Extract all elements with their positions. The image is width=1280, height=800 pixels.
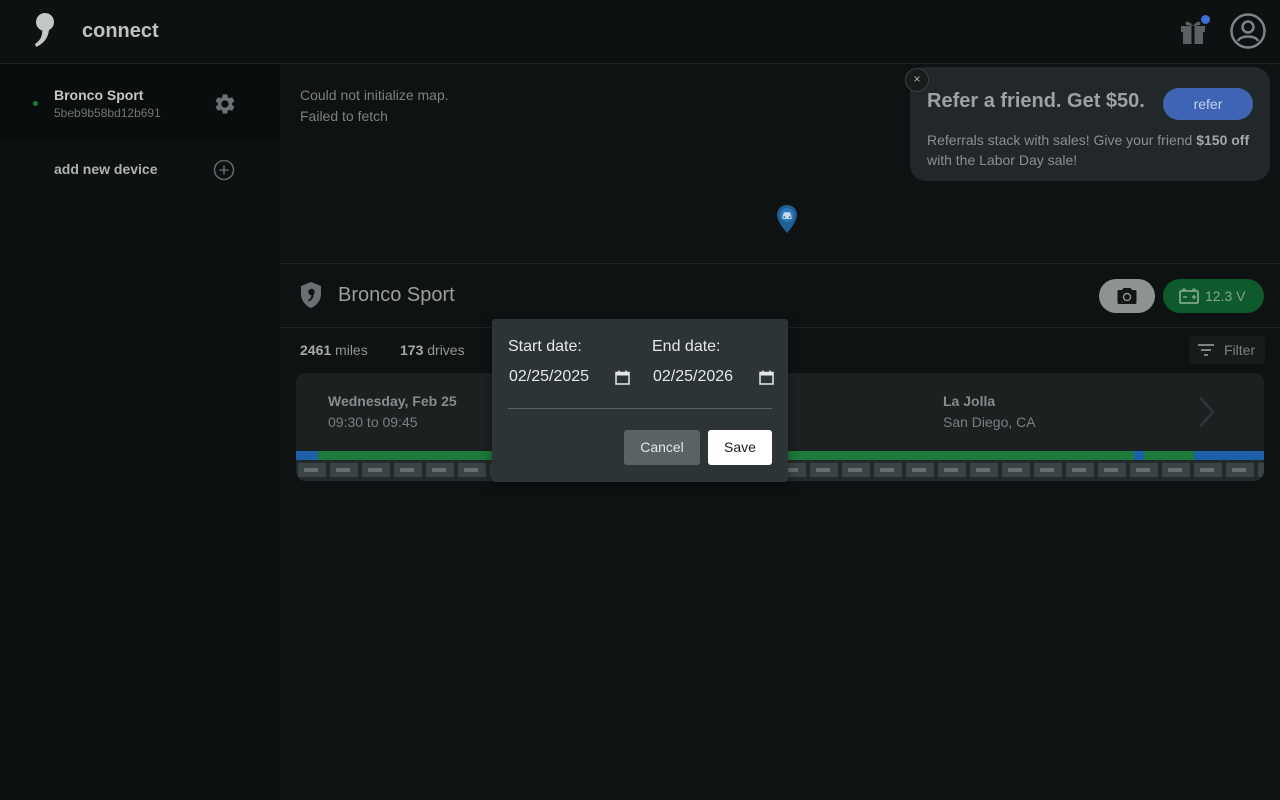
timeline-thumbnail-detail xyxy=(944,468,958,472)
filter-label: Filter xyxy=(1224,342,1256,358)
filter-icon xyxy=(1198,344,1214,356)
timeline-thumbnail-detail xyxy=(1008,468,1022,472)
shield-icon xyxy=(301,282,321,308)
drive-date: Wednesday, Feb 25 xyxy=(328,393,457,409)
car-pin-icon[interactable] xyxy=(776,204,798,234)
map-error-line: Could not initialize map. xyxy=(300,87,449,103)
vehicle-title: Bronco Sport xyxy=(338,284,455,306)
filter-button[interactable]: Filter xyxy=(1189,336,1265,364)
drives-value: 173 xyxy=(400,342,424,358)
timeline-thumbnail-detail xyxy=(1072,468,1086,472)
timeline-thumbnail-detail xyxy=(304,468,318,472)
timeline-thumbnail-detail xyxy=(912,468,926,472)
timeline-thumbnail xyxy=(1258,463,1264,477)
end-date-value: 02/25/2026 xyxy=(653,368,734,385)
end-date-label: End date: xyxy=(652,338,721,355)
online-status-dot xyxy=(33,101,38,106)
date-filter-dialog: Start date: End date: 02/25/2025 02/25/2… xyxy=(492,319,788,482)
snapshot-button[interactable] xyxy=(1099,279,1155,313)
timeline-thumbnail-detail xyxy=(1232,468,1246,472)
account-icon[interactable] xyxy=(1230,13,1266,49)
start-date-label: Start date: xyxy=(508,338,582,355)
map-error-message: Could not initialize map. Failed to fetc… xyxy=(300,85,449,127)
map-error-detail: Failed to fetch xyxy=(300,108,388,124)
plus-circle-icon[interactable] xyxy=(212,158,236,182)
add-device-label: add new device xyxy=(54,161,158,177)
device-id: 5beb9b58bd12b691 xyxy=(54,106,161,120)
timeline-thumbnail-detail xyxy=(432,468,446,472)
start-date-input[interactable]: 02/25/2025 xyxy=(508,365,630,389)
device-sidebar: Bronco Sport 5beb9b58bd12b691 add new de… xyxy=(0,64,280,800)
timeline-thumbnail-detail xyxy=(976,468,990,472)
main-panel: Could not initialize map. Failed to fetc… xyxy=(280,64,1280,800)
map-area[interactable]: Could not initialize map. Failed to fetc… xyxy=(280,64,1280,264)
comma-logo-icon[interactable] xyxy=(30,10,60,52)
timeline-thumbnail-detail xyxy=(464,468,478,472)
notification-dot xyxy=(1201,15,1210,24)
timeline-thumbnail-detail xyxy=(368,468,382,472)
timeline-thumbnail-detail xyxy=(1200,468,1214,472)
drive-time: 09:30 to 09:45 xyxy=(328,414,418,430)
gear-icon[interactable] xyxy=(213,92,237,116)
end-date-input[interactable]: 02/25/2026 xyxy=(652,365,774,389)
start-date-value: 02/25/2025 xyxy=(509,368,590,385)
timeline-thumbnail-detail xyxy=(1040,468,1054,472)
calendar-icon[interactable] xyxy=(759,370,774,385)
camera-icon xyxy=(1117,288,1137,304)
referral-text-start: Referrals stack with sales! Give your fr… xyxy=(927,132,1197,148)
timeline-thumbnail-detail xyxy=(816,468,830,472)
save-button[interactable]: Save xyxy=(708,430,772,465)
timeline-thumbnail-detail xyxy=(1136,468,1150,472)
timeline-thumbnail-detail xyxy=(880,468,894,472)
cancel-button[interactable]: Cancel xyxy=(624,430,700,465)
miles-label: miles xyxy=(331,342,368,358)
device-item-bronco-sport[interactable]: Bronco Sport 5beb9b58bd12b691 xyxy=(0,64,280,142)
drives-label: drives xyxy=(423,342,465,358)
referral-text: Referrals stack with sales! Give your fr… xyxy=(927,130,1263,170)
referral-text-end: with the Labor Day sale! xyxy=(927,152,1078,168)
device-name: Bronco Sport xyxy=(54,87,144,103)
battery-voltage-badge[interactable]: 12.3 V xyxy=(1163,279,1264,313)
drive-destination-name: La Jolla xyxy=(943,393,996,409)
stat-miles: 2461 miles xyxy=(300,342,368,358)
drive-destination-city: San Diego, CA xyxy=(943,414,1036,430)
refer-button[interactable]: refer xyxy=(1163,88,1253,120)
top-bar: connect xyxy=(0,0,1280,64)
stat-drives: 173 drives xyxy=(400,342,465,358)
timeline-thumbnail-detail xyxy=(336,468,350,472)
timeline-thumbnail-detail xyxy=(400,468,414,472)
chevron-right-icon[interactable] xyxy=(1198,395,1216,429)
close-icon[interactable]: × xyxy=(905,68,929,92)
timeline-thumbnail-detail xyxy=(848,468,862,472)
calendar-icon[interactable] xyxy=(615,370,630,385)
dialog-divider xyxy=(508,408,772,409)
battery-icon xyxy=(1179,288,1199,304)
battery-voltage: 12.3 V xyxy=(1205,288,1246,304)
miles-value: 2461 xyxy=(300,342,332,358)
add-device-button[interactable]: add new device xyxy=(0,142,280,198)
referral-card: × Refer a friend. Get $50. refer Referra… xyxy=(905,67,1270,181)
referral-title: Refer a friend. Get $50. xyxy=(927,90,1145,112)
referral-text-bold: $150 off xyxy=(1196,132,1250,148)
app-title: connect xyxy=(82,20,159,42)
timeline-thumbnail-detail xyxy=(1104,468,1118,472)
timeline-thumbnail-detail xyxy=(1168,468,1182,472)
